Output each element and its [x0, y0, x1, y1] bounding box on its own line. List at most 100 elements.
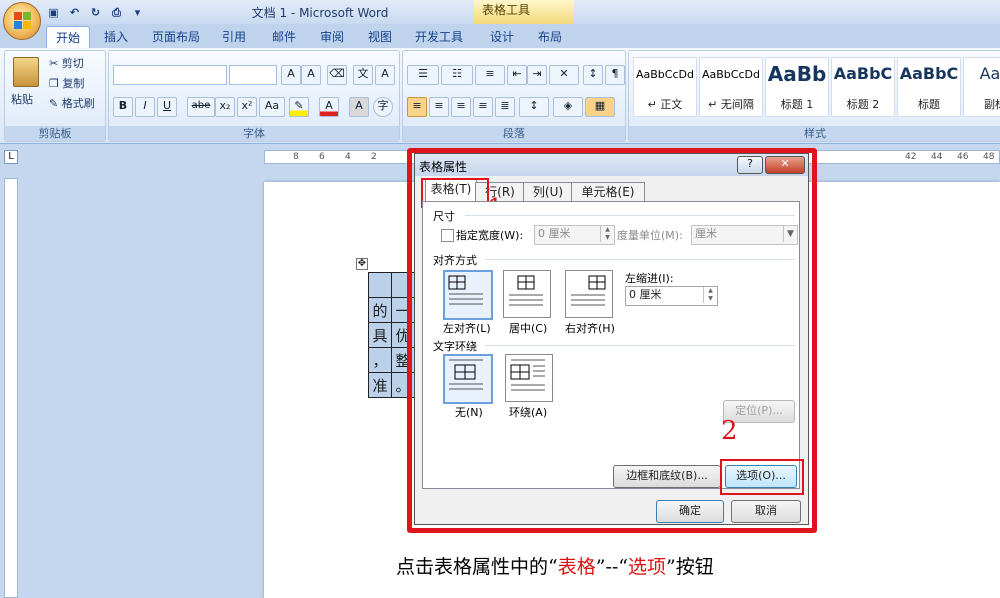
clear-format-icon[interactable]: ⌫ [327, 65, 347, 85]
spinner-arrows-icon[interactable]: ▲ ▼ [600, 226, 614, 242]
decrease-indent-icon[interactable]: ⇤ [507, 65, 527, 85]
align-right-icon[interactable]: ≡ [451, 97, 471, 117]
increase-indent-icon[interactable]: ⇥ [527, 65, 547, 85]
paste-button[interactable]: 粘贴 [11, 91, 33, 109]
align-center-option[interactable] [503, 270, 551, 318]
multilevel-list-icon[interactable]: ≡ [475, 65, 505, 85]
chinese-layout-icon[interactable]: ✕ [549, 65, 579, 85]
wrap-none-icon [449, 359, 483, 390]
tab-insert[interactable]: 插入 [96, 26, 136, 48]
style-name: 标题 [918, 98, 940, 111]
phonetic-guide-icon[interactable]: 文 [353, 65, 373, 85]
font-name-combo[interactable] [113, 65, 227, 85]
bold-button[interactable]: B [113, 97, 133, 117]
tab-selector[interactable]: L [4, 150, 18, 164]
align-right-label: 右对齐(H) [565, 322, 615, 335]
table-cell[interactable]: 准 [368, 372, 392, 398]
tab-references[interactable]: 引用 [214, 26, 254, 48]
show-marks-icon[interactable]: ¶ [605, 65, 625, 85]
office-button[interactable] [3, 2, 41, 40]
table-cell[interactable]: 具 [368, 322, 392, 348]
styles-group: AaBbCcDd ↵ 正文 AaBbCcDd ↵ 无间隔 AaBb 标题 1 AaBb… [628, 50, 1000, 142]
dialog-title-bar[interactable]: 表格属性 ? ✕ [415, 154, 808, 176]
enclose-characters-icon[interactable]: 字 [373, 97, 393, 117]
style-no-spacing[interactable]: AaBbCcDd ↵ 无间隔 [699, 57, 763, 117]
change-case-button[interactable]: Aa [259, 97, 285, 117]
justify-icon[interactable]: ≡ [473, 97, 493, 117]
align-left-icon[interactable]: ≡ [407, 97, 427, 117]
dialog-title: 表格属性 [419, 160, 468, 174]
borders-icon[interactable]: ▦ [585, 97, 615, 117]
print-preview-icon[interactable]: ⎙ [109, 5, 124, 20]
paste-icon[interactable] [13, 57, 39, 87]
subscript-button[interactable]: x₂ [215, 97, 235, 117]
font-color-icon[interactable]: A [319, 97, 339, 117]
watermark-url: jingyan.baidu.com [790, 553, 892, 566]
shading-icon[interactable]: ◈ [553, 97, 583, 117]
align-left-option[interactable] [443, 270, 493, 320]
underline-button[interactable]: U [157, 97, 177, 117]
cancel-button[interactable]: 取消 [731, 500, 801, 523]
cut-button[interactable]: ✂ 剪切 [49, 55, 84, 73]
borders-shading-button[interactable]: 边框和底纹(B)... [613, 465, 721, 488]
style-heading-1[interactable]: AaBb 标题 1 [765, 57, 829, 117]
tab-developer[interactable]: 开发工具 [408, 26, 470, 48]
style-normal[interactable]: AaBbCcDd ↵ 正文 [633, 57, 697, 117]
sort-icon[interactable]: ↕ [583, 65, 603, 85]
distributed-icon[interactable]: ≣ [495, 97, 515, 117]
highlight-color-icon[interactable]: ✎ [289, 97, 309, 117]
character-border-icon[interactable]: A [375, 65, 395, 85]
align-center-icon[interactable]: ≡ [429, 97, 449, 117]
spinner-arrows-icon[interactable]: ▲ ▼ [703, 287, 717, 303]
tab-review[interactable]: 审阅 [312, 26, 352, 48]
wrap-none-option[interactable] [443, 354, 493, 404]
tab-design[interactable]: 设计 [482, 26, 522, 48]
table-properties-dialog[interactable]: 表格属性 ? ✕ 表格(T) 行(R) 列(U) 单元格(E) 1 尺寸 指定宽… [414, 153, 809, 525]
style-sample: AaBbCcDd [702, 68, 760, 81]
table-move-handle-icon[interactable]: ✥ [356, 258, 368, 270]
table-cell[interactable]: ， [368, 347, 392, 373]
tab-column[interactable]: 列(U) [523, 182, 573, 202]
line-spacing-icon[interactable]: ↕ [519, 97, 549, 117]
caption-text: ”--“ [595, 556, 629, 578]
format-painter-button[interactable]: ✎ 格式刷 [49, 95, 95, 113]
character-shading-icon[interactable]: A [349, 97, 369, 117]
customize-qat-icon[interactable]: ▾ [130, 5, 145, 20]
style-subtitle[interactable]: AaE 副标 [963, 57, 1000, 117]
ok-button[interactable]: 确定 [656, 500, 724, 523]
style-title[interactable]: AaBbC 标题 [897, 57, 961, 117]
copy-button[interactable]: ❐ 复制 [49, 75, 84, 93]
strikethrough-button[interactable]: abe [187, 97, 215, 117]
close-button[interactable]: ✕ [765, 156, 805, 174]
undo-icon[interactable]: ↶ [67, 5, 82, 20]
save-icon[interactable]: ▣ [46, 5, 61, 20]
clipboard-group: 粘贴 ✂ 剪切 ❐ 复制 ✎ 格式刷 剪贴板 [4, 50, 106, 142]
table-cell[interactable] [368, 272, 392, 298]
redo-icon[interactable]: ↻ [88, 5, 103, 20]
tab-mailings[interactable]: 邮件 [264, 26, 304, 48]
tab-layout[interactable]: 布局 [530, 26, 570, 48]
numbering-icon[interactable]: ☷ [441, 65, 473, 85]
font-size-combo[interactable] [229, 65, 277, 85]
superscript-button[interactable]: x² [237, 97, 257, 117]
grow-font-icon[interactable]: A [281, 65, 301, 85]
tab-page-layout[interactable]: 页面布局 [146, 26, 206, 48]
specify-width-checkbox[interactable] [441, 229, 454, 242]
measure-unit-select[interactable]: 厘米 ▼ [691, 225, 798, 245]
style-heading-2[interactable]: AaBbC 标题 2 [831, 57, 895, 117]
vertical-ruler[interactable] [4, 178, 18, 598]
wrap-around-option[interactable] [505, 354, 553, 402]
left-indent-input[interactable]: 0 厘米 ▲ ▼ [625, 286, 718, 306]
width-input[interactable]: 0 厘米 ▲ ▼ [534, 225, 615, 245]
bullets-icon[interactable]: ☰ [407, 65, 439, 85]
align-right-option[interactable] [565, 270, 613, 318]
tab-cell[interactable]: 单元格(E) [571, 182, 645, 202]
tab-view[interactable]: 视图 [360, 26, 400, 48]
quick-access-toolbar: ▣ ↶ ↻ ⎙ ▾ [46, 4, 145, 20]
help-button[interactable]: ? [737, 156, 763, 174]
table-cell[interactable]: 的 [368, 297, 392, 323]
shrink-font-icon[interactable]: A [301, 65, 321, 85]
italic-button[interactable]: I [135, 97, 155, 117]
brush-icon: ✎ [49, 97, 59, 110]
tab-home[interactable]: 开始 [46, 26, 90, 49]
